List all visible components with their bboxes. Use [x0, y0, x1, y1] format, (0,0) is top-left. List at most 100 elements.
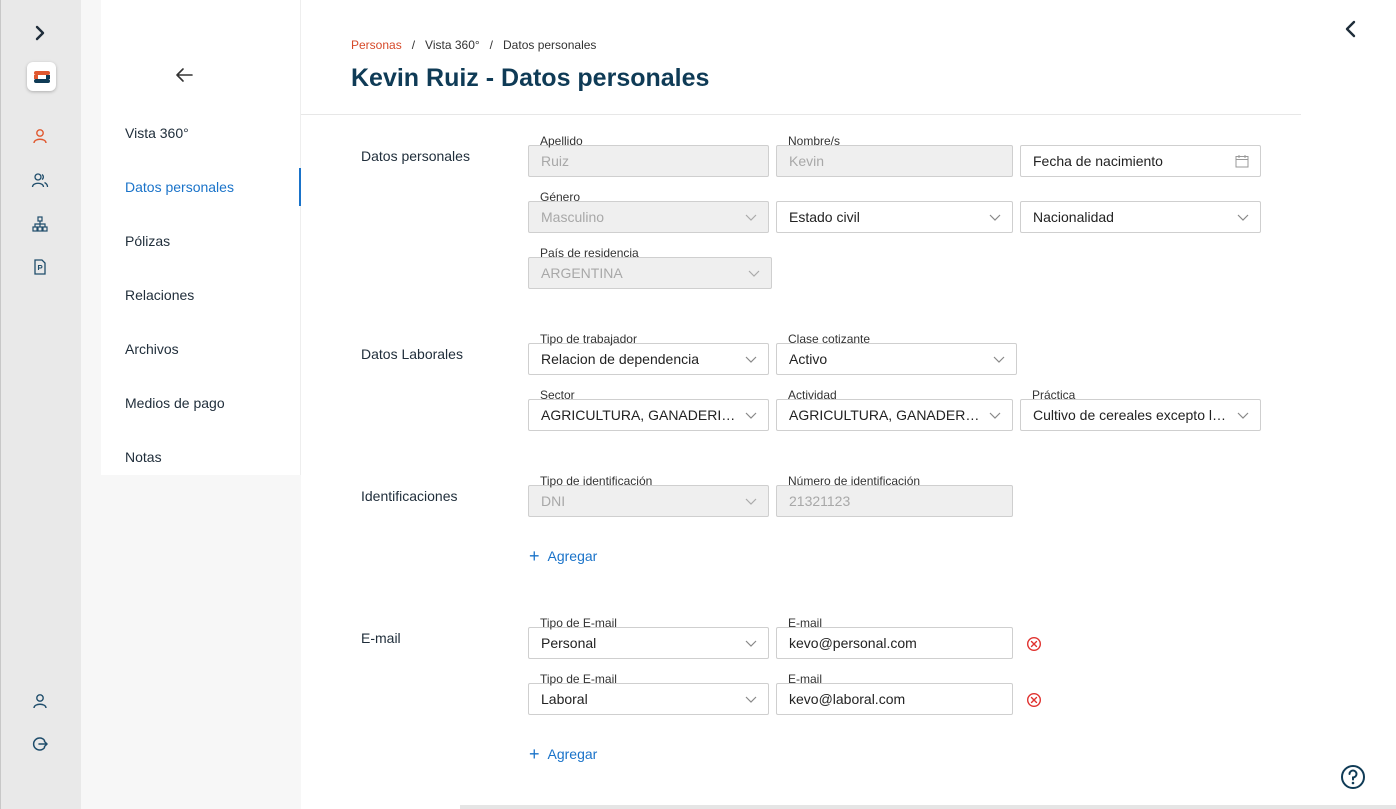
breadcrumb-separator: /: [411, 38, 416, 52]
clase-cotizante-select[interactable]: Activo Clase cotizante: [776, 332, 1017, 375]
apellido-value: Ruiz: [541, 153, 570, 169]
breadcrumb-personas[interactable]: Personas: [351, 38, 402, 52]
email-label: E-mail: [788, 672, 823, 686]
estado-civil-placeholder: Estado civil: [789, 209, 860, 225]
nacionalidad-select[interactable]: Nacionalidad: [1020, 201, 1261, 233]
numero-identificacion-label: Número de identificación: [788, 474, 921, 488]
tipo-email-value: Laboral: [541, 691, 588, 707]
add-email-button[interactable]: + Agregar: [529, 744, 598, 764]
section-label-datos-personales: Datos personales: [361, 148, 470, 164]
chevron-down-icon: [745, 498, 757, 505]
tipo-trabajador-label: Tipo de trabajador: [540, 332, 637, 346]
chevron-down-icon: [745, 640, 757, 647]
logout-icon[interactable]: [27, 731, 53, 757]
people-icon[interactable]: [27, 167, 53, 193]
chevron-down-icon: [745, 356, 757, 363]
chevron-down-icon: [745, 412, 757, 419]
email-field[interactable]: kevo@laboral.com E-mail: [776, 672, 1013, 715]
section-nav: Vista 360° Datos personales Pólizas Rela…: [81, 0, 301, 809]
user-profile-icon[interactable]: [27, 688, 53, 714]
nombre-value: Kevin: [789, 153, 825, 169]
add-email-label: Agregar: [547, 746, 598, 762]
estado-civil-select[interactable]: Estado civil: [776, 201, 1013, 233]
tipo-email-value: Personal: [541, 635, 597, 651]
pais-residencia-label: País de residencia: [540, 246, 639, 260]
horizontal-scrollbar[interactable]: [460, 805, 1396, 809]
nav-item-medios-de-pago[interactable]: Medios de pago: [101, 384, 301, 422]
person-icon[interactable]: [27, 123, 53, 149]
numero-identificacion-field[interactable]: 21321123 Número de identificación: [776, 474, 1013, 517]
fecha-nacimiento-field[interactable]: Fecha de nacimiento: [1020, 145, 1261, 177]
chevron-down-icon: [745, 696, 757, 703]
chevron-down-icon: [748, 270, 760, 277]
nav-item-archivos[interactable]: Archivos: [101, 330, 301, 368]
nav-item-notas[interactable]: Notas: [101, 438, 301, 476]
genero-value: Masculino: [541, 209, 605, 225]
pais-residencia-value: ARGENTINA: [541, 265, 623, 281]
document-icon[interactable]: [27, 254, 53, 280]
help-icon[interactable]: [1340, 764, 1366, 790]
email-value: kevo@personal.com: [789, 635, 917, 651]
clase-cotizante-value: Activo: [789, 351, 828, 367]
breadcrumb: Personas / Vista 360° / Datos personales: [351, 38, 596, 52]
nacionalidad-placeholder: Nacionalidad: [1033, 209, 1114, 225]
remove-email-icon[interactable]: [1026, 636, 1042, 652]
practica-value: Cultivo de cereales excepto los forrajer…: [1033, 407, 1230, 423]
org-chart-icon[interactable]: [27, 211, 53, 237]
tipo-email-select[interactable]: Personal Tipo de E-mail: [528, 616, 769, 659]
nav-item-polizas[interactable]: Pólizas: [101, 222, 301, 260]
breadcrumb-separator: /: [489, 38, 494, 52]
tipo-trabajador-value: Relacion de dependencia: [541, 351, 700, 367]
nav-item-vista-360[interactable]: Vista 360°: [101, 114, 301, 152]
nav-item-relaciones[interactable]: Relaciones: [101, 276, 301, 314]
actividad-select[interactable]: AGRICULTURA, GANADERIA, CAZA Y SERVICIOS…: [776, 388, 1013, 431]
section-label-email: E-mail: [361, 630, 401, 646]
plus-icon: +: [529, 546, 540, 566]
app-rail: [0, 0, 81, 809]
app-logo[interactable]: [27, 62, 56, 91]
email-value: kevo@laboral.com: [789, 691, 906, 707]
fecha-nacimiento-placeholder: Fecha de nacimiento: [1033, 153, 1163, 169]
section-nav-panel: Vista 360° Datos personales Pólizas Rela…: [101, 0, 301, 475]
header-divider: [301, 114, 1301, 115]
genero-label: Género: [540, 190, 581, 204]
calendar-icon[interactable]: [1235, 154, 1249, 168]
email-label: E-mail: [788, 616, 823, 630]
expand-chevron-icon[interactable]: [27, 20, 53, 46]
sector-value: AGRICULTURA, GANADERIA, CAZA, SILVICULTU…: [541, 407, 738, 423]
tipo-trabajador-select[interactable]: Relacion de dependencia Tipo de trabajad…: [528, 332, 769, 375]
nombre-field[interactable]: Kevin Nombre/s: [776, 134, 1013, 177]
add-identificacion-label: Agregar: [547, 548, 598, 564]
nombre-label: Nombre/s: [788, 134, 841, 148]
genero-select[interactable]: Masculino Género: [528, 190, 769, 233]
pais-residencia-select[interactable]: ARGENTINA País de residencia: [528, 246, 772, 289]
section-label-datos-laborales: Datos Laborales: [361, 346, 463, 362]
tipo-identificacion-value: DNI: [541, 493, 566, 509]
chevron-down-icon: [745, 214, 757, 221]
back-arrow-icon[interactable]: [174, 64, 196, 86]
chevron-down-icon: [1237, 412, 1249, 419]
tipo-email-label: Tipo de E-mail: [540, 672, 617, 686]
chevron-down-icon: [1237, 214, 1249, 221]
tipo-identificacion-select[interactable]: DNI Tipo de identificación: [528, 474, 769, 517]
breadcrumb-vista-360[interactable]: Vista 360°: [425, 38, 480, 52]
apellido-field[interactable]: Ruiz Apellido: [528, 134, 769, 177]
add-identificacion-button[interactable]: + Agregar: [529, 546, 598, 566]
plus-icon: +: [529, 744, 540, 764]
page-title: Kevin Ruiz - Datos personales: [351, 64, 710, 92]
collapse-panel-chevron-icon[interactable]: [1340, 18, 1362, 40]
remove-email-icon[interactable]: [1026, 692, 1042, 708]
section-label-identificaciones: Identificaciones: [361, 488, 458, 504]
nav-item-datos-personales[interactable]: Datos personales: [101, 168, 301, 206]
numero-identificacion-value: 21321123: [789, 493, 851, 509]
sector-label: Sector: [540, 388, 575, 402]
email-field[interactable]: kevo@personal.com E-mail: [776, 616, 1013, 659]
actividad-value: AGRICULTURA, GANADERIA, CAZA Y SERVICIOS…: [789, 407, 982, 423]
apellido-label: Apellido: [540, 134, 583, 148]
tipo-email-select[interactable]: Laboral Tipo de E-mail: [528, 672, 769, 715]
breadcrumb-current: Datos personales: [503, 38, 597, 52]
practica-select[interactable]: Cultivo de cereales excepto los forrajer…: [1020, 388, 1261, 431]
chevron-down-icon: [989, 412, 1001, 419]
chevron-down-icon: [989, 214, 1001, 221]
sector-select[interactable]: AGRICULTURA, GANADERIA, CAZA, SILVICULTU…: [528, 388, 769, 431]
